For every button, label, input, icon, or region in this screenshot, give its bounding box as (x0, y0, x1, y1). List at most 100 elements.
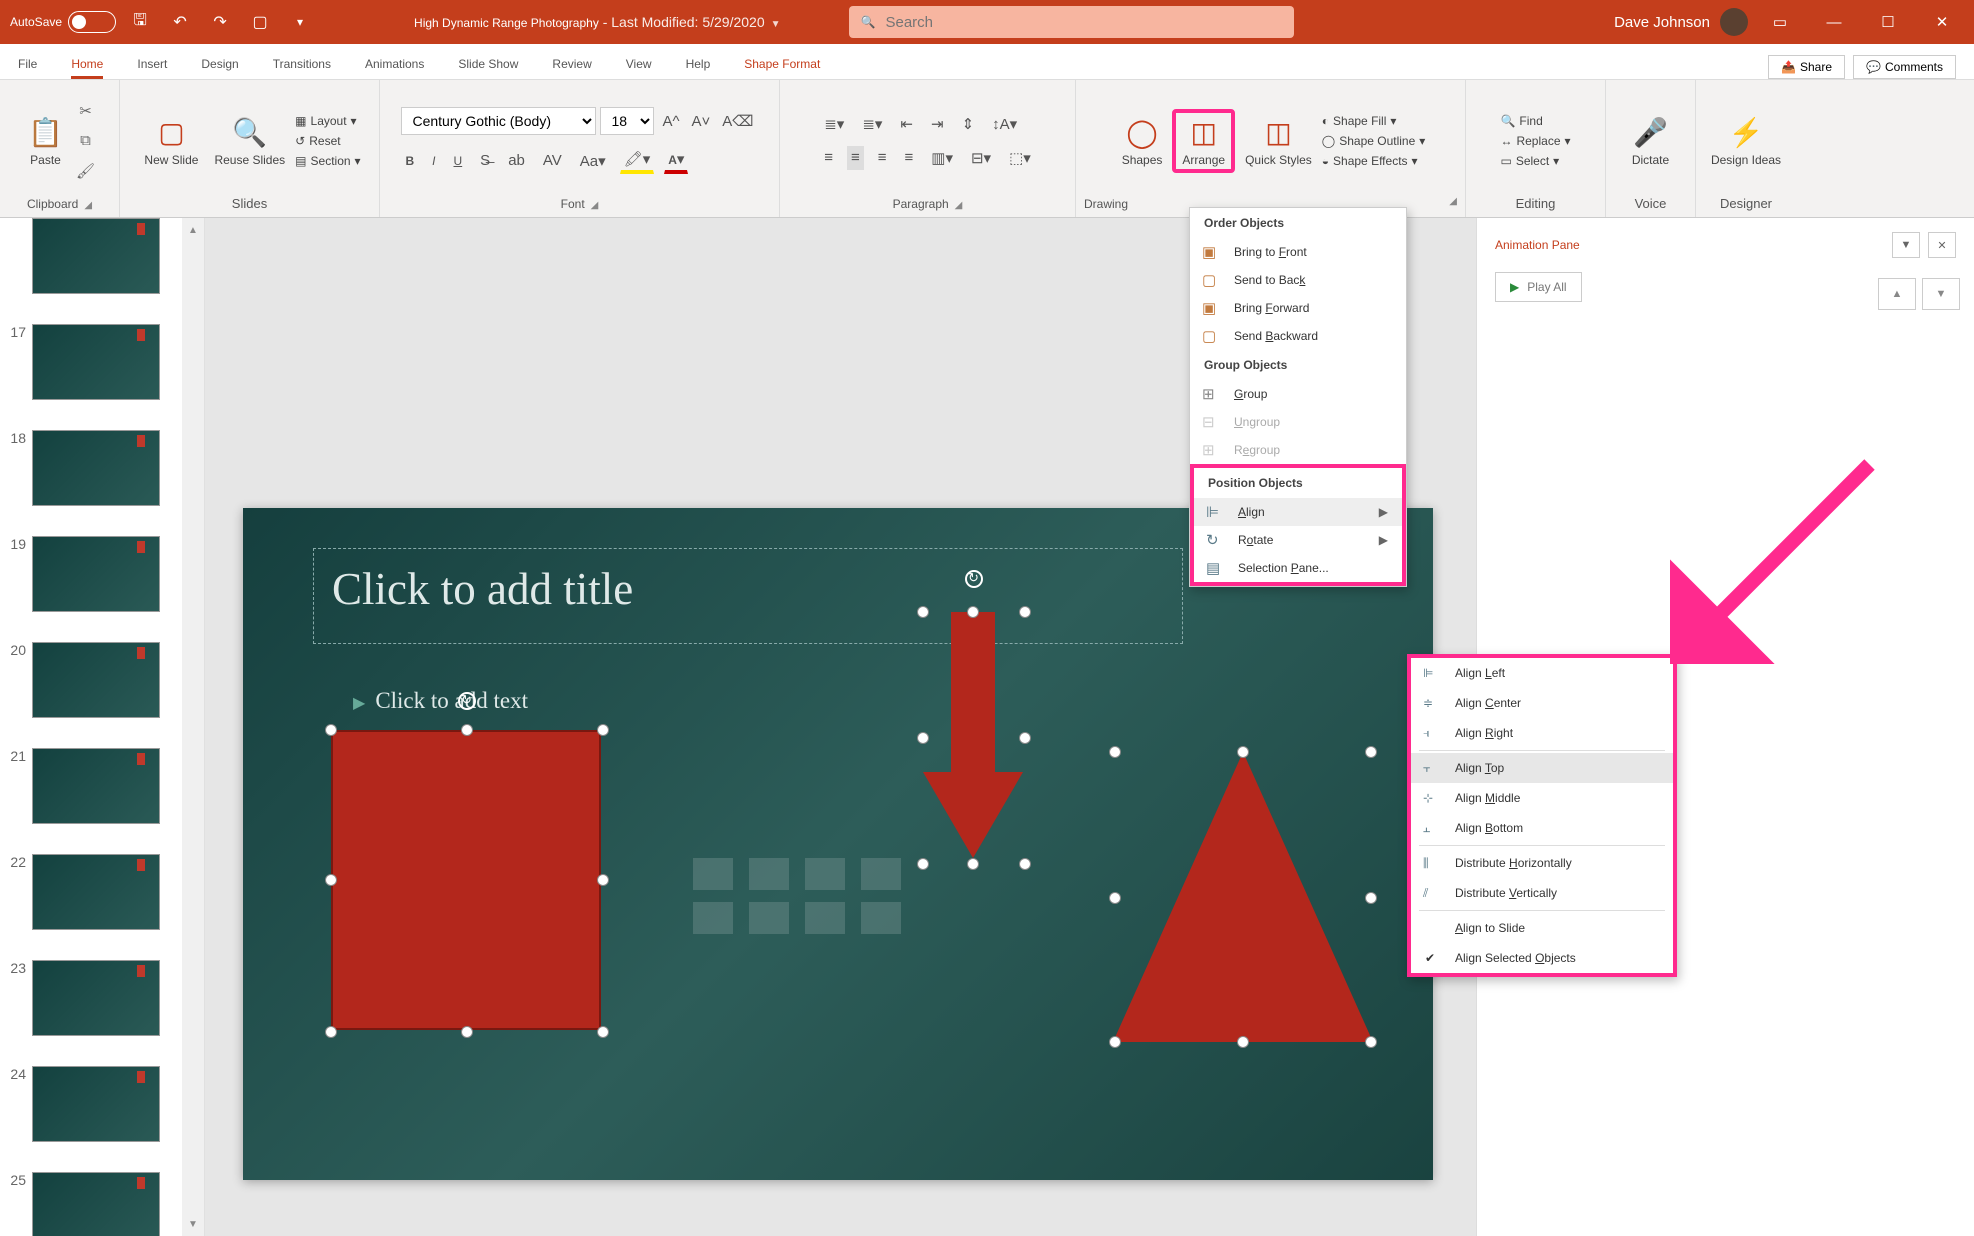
tab-insert[interactable]: Insert (137, 57, 167, 79)
table-icon[interactable] (693, 858, 733, 890)
tab-animations[interactable]: Animations (365, 57, 424, 79)
resize-handle[interactable] (1365, 746, 1377, 758)
present-icon[interactable]: ▢ (244, 7, 276, 37)
slide-thumb[interactable] (32, 854, 160, 930)
slide-thumb[interactable] (32, 536, 160, 612)
resize-handle[interactable] (597, 724, 609, 736)
rotate-handle-icon[interactable] (458, 692, 476, 710)
align-right-icon[interactable]: ≡ (874, 146, 891, 170)
text-direction-icon[interactable]: ↕A▾ (988, 112, 1021, 136)
slide-thumb[interactable] (32, 1172, 160, 1236)
font-color-icon[interactable]: A▾ (664, 147, 688, 174)
clear-format-icon[interactable]: A⌫ (718, 109, 757, 133)
resize-handle[interactable] (967, 606, 979, 618)
dictate-button[interactable]: 🎤Dictate (1626, 113, 1675, 169)
triangle-shape[interactable] (1113, 752, 1373, 1042)
undo-icon[interactable]: ↶ (164, 7, 196, 37)
redo-icon[interactable]: ↷ (204, 7, 236, 37)
qat-more-icon[interactable]: ▾ (284, 7, 316, 37)
align-left-icon[interactable]: ≡ (820, 146, 837, 170)
resize-handle[interactable] (1365, 1036, 1377, 1048)
rectangle-shape[interactable] (331, 730, 601, 1030)
font-size-select[interactable]: 18 (600, 107, 654, 135)
thumb-scrollbar[interactable]: ▲ ▼ (182, 218, 204, 1236)
section-button[interactable]: ▤ Section ▾ (295, 154, 360, 168)
align-left[interactable]: ⊫Align Left (1411, 658, 1673, 688)
highlight-icon[interactable]: 🖍▾ (620, 147, 655, 174)
resize-handle[interactable] (1237, 1036, 1249, 1048)
resize-handle[interactable] (1019, 858, 1031, 870)
move-down-icon[interactable]: ▼ (1922, 278, 1960, 310)
align-center[interactable]: ≑Align Center (1411, 688, 1673, 718)
3d-icon[interactable] (861, 858, 901, 890)
chart-icon[interactable] (749, 858, 789, 890)
bring-to-front[interactable]: ▣Bring to Front (1190, 238, 1406, 266)
content-placeholder-icons[interactable] (693, 858, 905, 934)
columns-icon[interactable]: ▥▾ (927, 146, 957, 170)
search-box[interactable]: 🔍 (849, 6, 1294, 38)
select-button[interactable]: ▭ Select ▾ (1500, 154, 1570, 168)
bold-icon[interactable]: B (401, 149, 418, 172)
copy-icon[interactable]: ⧉ (74, 129, 98, 153)
resize-handle[interactable] (597, 1026, 609, 1038)
resize-handle[interactable] (325, 874, 337, 886)
tab-design[interactable]: Design (201, 57, 238, 79)
shadow-icon[interactable]: ab (504, 149, 529, 172)
shape-fill-button[interactable]: ◐ Shape Fill ▾ (1322, 114, 1426, 128)
resize-handle[interactable] (1109, 1036, 1121, 1048)
icon-icon[interactable] (861, 902, 901, 934)
indent-inc-icon[interactable]: ⇥ (927, 112, 948, 136)
resize-handle[interactable] (461, 724, 473, 736)
align-right[interactable]: ⫣Align Right (1411, 718, 1673, 748)
picture-icon[interactable] (693, 902, 733, 934)
change-case-icon[interactable]: Aa▾ (576, 149, 610, 173)
resize-handle[interactable] (917, 858, 929, 870)
numbering-icon[interactable]: ≣▾ (858, 112, 886, 136)
text-placeholder[interactable]: Click to add text (353, 688, 528, 714)
slide-thumb[interactable] (32, 430, 160, 506)
group[interactable]: ⊞Group (1190, 380, 1406, 408)
underline-icon[interactable]: U (450, 149, 467, 172)
resize-handle[interactable] (1109, 892, 1121, 904)
paste-button[interactable]: 📋Paste (22, 113, 70, 169)
line-spacing-icon[interactable]: ⇕ (958, 112, 979, 136)
slide-thumb[interactable] (32, 324, 160, 400)
align-text-icon[interactable]: ⊟▾ (967, 146, 995, 170)
distribute-vertically[interactable]: ⫽Distribute Vertically (1411, 878, 1673, 908)
resize-handle[interactable] (461, 1026, 473, 1038)
tab-slideshow[interactable]: Slide Show (458, 57, 518, 79)
align-middle[interactable]: ⊹Align Middle (1411, 783, 1673, 813)
send-backward[interactable]: ▢Send Backward (1190, 322, 1406, 350)
replace-button[interactable]: ↔ Replace ▾ (1500, 134, 1570, 148)
comments-button[interactable]: 💬Comments (1853, 55, 1956, 79)
slide-thumbnail-rail[interactable]: 17 18 19 20 21 22 23 24 25 ▲ ▼ (0, 218, 205, 1236)
new-slide-button[interactable]: ▢New Slide (138, 113, 204, 169)
increase-font-icon[interactable]: A^ (658, 110, 683, 133)
indent-dec-icon[interactable]: ⇤ (896, 112, 917, 136)
resize-handle[interactable] (917, 606, 929, 618)
resize-handle[interactable] (1237, 746, 1249, 758)
align-selected-objects[interactable]: ✔Align Selected Objects (1411, 943, 1673, 973)
pane-options-icon[interactable]: ▼ (1892, 232, 1920, 258)
scroll-down-icon[interactable]: ▼ (182, 1212, 204, 1236)
shapes-button[interactable]: ◯Shapes (1116, 113, 1169, 169)
slide-thumb[interactable] (32, 960, 160, 1036)
resize-handle[interactable] (597, 874, 609, 886)
reset-button[interactable]: ↺ Reset (295, 134, 360, 148)
slide-thumb[interactable] (32, 1066, 160, 1142)
bullets-icon[interactable]: ≣▾ (820, 112, 848, 136)
format-painter-icon[interactable]: 🖌 (74, 159, 98, 183)
tab-home[interactable]: Home (71, 57, 103, 79)
resize-handle[interactable] (325, 1026, 337, 1038)
save-icon[interactable]: 🖫 (124, 7, 156, 37)
video-icon[interactable] (805, 902, 845, 934)
tab-shape-format[interactable]: Shape Format (744, 57, 820, 79)
find-button[interactable]: 🔍 Find (1500, 114, 1570, 128)
resize-handle[interactable] (917, 732, 929, 744)
move-up-icon[interactable]: ▲ (1878, 278, 1916, 310)
selection-pane[interactable]: ▤Selection Pane... (1194, 554, 1402, 582)
slide[interactable]: Click to add title Click to add text (243, 508, 1433, 1180)
align-bottom[interactable]: ⫠Align Bottom (1411, 813, 1673, 843)
align-submenu[interactable]: ⊫Align▶ (1194, 498, 1402, 526)
scroll-up-icon[interactable]: ▲ (182, 218, 204, 242)
